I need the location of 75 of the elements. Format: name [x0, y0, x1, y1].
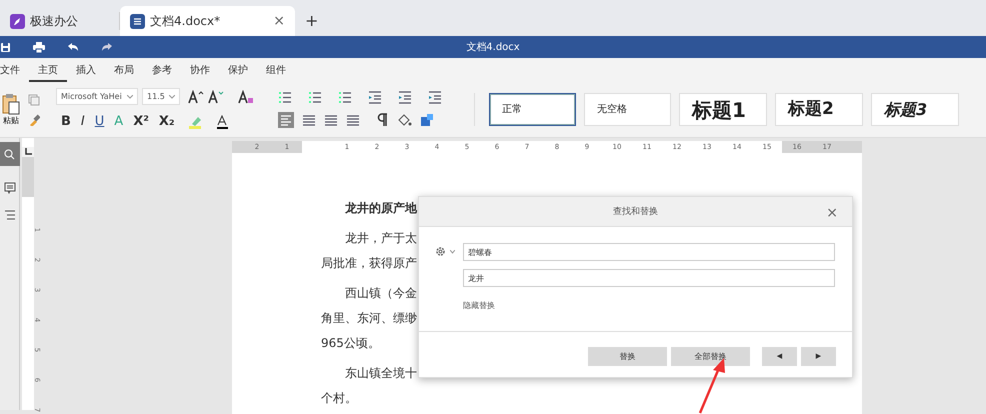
close-button[interactable]: × [820, 197, 844, 229]
justify-icon[interactable] [346, 114, 360, 126]
document-line: 965公顷。 [321, 335, 380, 352]
document-line: 角里、东河、缥缈 [321, 310, 417, 327]
decrease-indent-icon[interactable] [368, 91, 382, 104]
document-line: 局批准，获得原产 [321, 255, 417, 272]
format-painter-icon[interactable] [28, 114, 40, 126]
align-right-icon[interactable] [324, 114, 338, 126]
menu-tab[interactable]: 插入 [67, 58, 105, 82]
new-tab-button[interactable]: + [305, 9, 318, 33]
grow-font-icon[interactable] [188, 90, 204, 104]
menu-tab[interactable]: 保护 [219, 58, 257, 82]
format-button[interactable]: X² [128, 113, 154, 131]
format-button[interactable]: X₂ [154, 113, 180, 131]
caret-icon [169, 94, 175, 98]
paragraph-mark-icon[interactable] [376, 113, 388, 127]
style-option[interactable]: 标题2 [775, 93, 863, 126]
dialog-button[interactable]: 替换 [588, 347, 667, 366]
menu-tab[interactable]: 协作 [181, 58, 219, 82]
close-icon[interactable]: × [273, 10, 285, 32]
document-icon [130, 14, 145, 28]
undo-icon[interactable] [67, 42, 79, 52]
line-spacing-icon[interactable] [428, 91, 442, 104]
menu-tab[interactable]: 组件 [257, 58, 295, 82]
clear-format-icon[interactable] [238, 90, 254, 104]
menu-tab[interactable]: 文件 [0, 58, 29, 82]
outline-icon[interactable] [4, 210, 16, 220]
multilevel-list-icon[interactable] [338, 91, 352, 104]
fill-bucket-icon[interactable] [396, 113, 412, 127]
redo-icon[interactable] [101, 42, 113, 52]
menu-tab[interactable]: 主页 [29, 58, 67, 82]
format-button[interactable]: U [90, 113, 110, 131]
document-line: 西山镇（今金 [344, 285, 417, 302]
hide-replace-link[interactable]: 隐藏替换 [463, 300, 495, 312]
dialog-title: 查找和替换 [613, 207, 658, 217]
window-tab[interactable]: 极速办公 [0, 12, 120, 30]
document-line: 龙井的原产地 [344, 200, 417, 217]
print-icon[interactable] [33, 42, 45, 52]
comment-icon[interactable] [4, 182, 16, 194]
gear-icon[interactable] [435, 246, 446, 257]
style-option[interactable]: 正常 [489, 93, 576, 126]
replace-field[interactable]: 龙井 [463, 269, 835, 287]
tab-stop-icon[interactable] [24, 148, 32, 156]
caret-icon [127, 94, 133, 98]
style-option[interactable]: 无空格 [584, 93, 671, 126]
font-size-select[interactable]: 11.5 [142, 88, 180, 105]
style-option[interactable]: 标题3 [871, 93, 959, 126]
menu-tab[interactable]: 布局 [105, 58, 143, 82]
document-line: 东山镇全境十 [344, 365, 417, 382]
find-field[interactable]: 碧螺春 [463, 243, 835, 261]
ruler-margin-shading [22, 157, 34, 197]
tab-label: 文档4.docx* [150, 13, 220, 30]
format-button[interactable]: B [56, 113, 76, 131]
dialog-button[interactable]: 全部替换 [671, 347, 750, 366]
window-tab[interactable]: 文档4.docx* × [120, 6, 295, 36]
align-left-icon[interactable] [278, 112, 294, 128]
caret-icon[interactable] [450, 250, 455, 254]
menu-tab[interactable]: 参考 [143, 58, 181, 82]
window-title: 文档4.docx [466, 40, 520, 55]
document-line: 个村。 [321, 390, 357, 407]
save-icon[interactable] [0, 42, 11, 52]
align-center-icon[interactable] [302, 114, 316, 126]
search-button[interactable] [0, 142, 20, 166]
paste-button[interactable]: 粘贴 [2, 92, 20, 126]
numbering-icon[interactable] [308, 91, 322, 104]
format-button[interactable]: I [76, 113, 90, 131]
increase-indent-icon[interactable] [398, 91, 412, 104]
tab-label: 极速办公 [30, 13, 78, 30]
shrink-font-icon[interactable] [208, 90, 224, 104]
document-line: 龙井，产于太 [344, 230, 417, 247]
bullets-icon[interactable] [278, 91, 292, 104]
font-select[interactable]: Microsoft YaHei [56, 88, 138, 105]
style-option[interactable]: 标题1 [679, 93, 767, 126]
search-icon [4, 148, 15, 160]
shading-icon[interactable] [420, 113, 434, 127]
